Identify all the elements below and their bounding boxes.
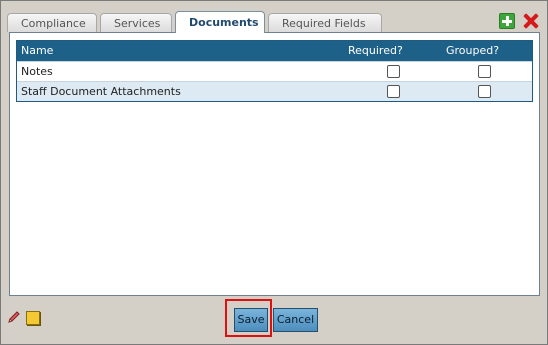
tab-compliance[interactable]: Compliance (7, 13, 97, 32)
note-icon[interactable] (26, 311, 40, 325)
tab-services[interactable]: Services (100, 13, 172, 32)
cancel-button[interactable]: Cancel (273, 308, 318, 332)
grouped-checkbox[interactable] (477, 64, 491, 78)
required-cell (348, 82, 446, 101)
column-header-grouped[interactable]: Grouped? (446, 41, 532, 61)
table-row[interactable]: Staff Document Attachments (17, 81, 532, 101)
tab-strip: Compliance Services Documents Required F… (7, 11, 382, 33)
dialog-window: Compliance Services Documents Required F… (0, 0, 548, 345)
grouped-checkbox[interactable] (477, 84, 491, 98)
pencil-icon[interactable] (7, 310, 21, 324)
documents-panel: Name Required? Grouped? Notes Staff Docu… (9, 32, 540, 296)
tab-documents[interactable]: Documents (175, 11, 265, 33)
add-icon[interactable] (499, 13, 515, 29)
documents-grid: Name Required? Grouped? Notes Staff Docu… (16, 40, 533, 102)
required-checkbox[interactable] (387, 84, 400, 98)
delete-icon[interactable] (523, 13, 539, 29)
save-button[interactable]: Save (234, 308, 268, 332)
required-cell (348, 62, 446, 81)
grid-header: Name Required? Grouped? (17, 41, 532, 61)
grouped-cell (446, 82, 532, 101)
required-checkbox[interactable] (387, 64, 400, 78)
table-row[interactable]: Notes (17, 61, 532, 81)
row-name: Notes (21, 65, 53, 78)
bottom-bar: Save Cancel (2, 299, 546, 343)
column-header-name[interactable]: Name (17, 41, 348, 61)
row-name: Staff Document Attachments (21, 85, 181, 98)
tab-required-fields[interactable]: Required Fields (268, 13, 382, 32)
grouped-cell (446, 62, 532, 81)
column-header-required[interactable]: Required? (348, 41, 446, 61)
